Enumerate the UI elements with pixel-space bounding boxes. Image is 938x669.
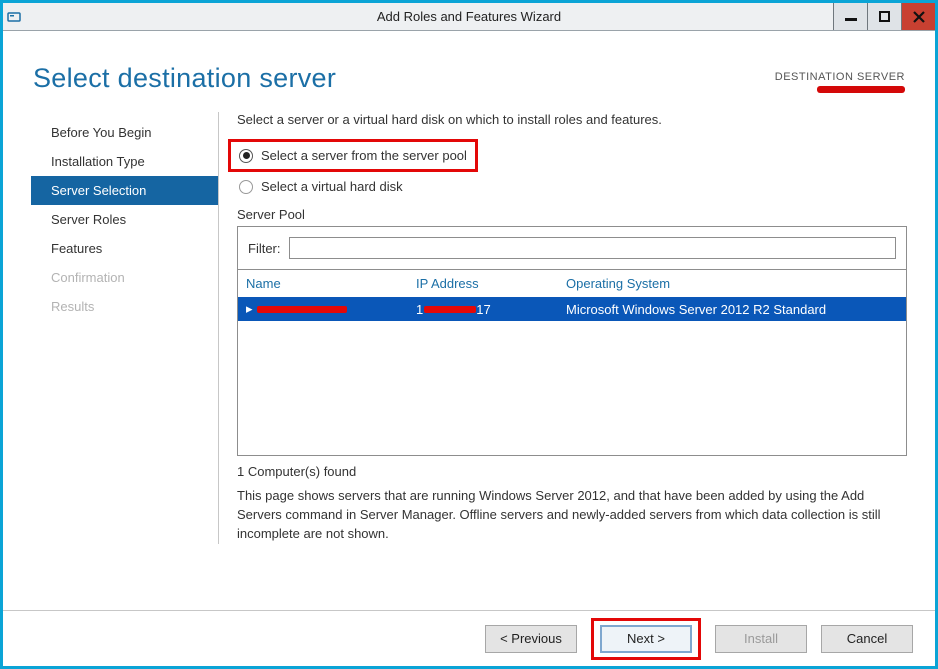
- computers-found: 1 Computer(s) found: [237, 464, 907, 479]
- radio-select-vhd-label: Select a virtual hard disk: [261, 179, 403, 194]
- filter-input[interactable]: [289, 237, 897, 259]
- server-name-redacted: [257, 306, 347, 313]
- server-ip-suffix: 17: [476, 302, 490, 317]
- nav-features[interactable]: Features: [31, 234, 218, 263]
- app-icon: [3, 10, 25, 24]
- titlebar: Add Roles and Features Wizard: [3, 3, 935, 31]
- server-name-cell: ▸: [246, 301, 416, 317]
- radio-select-server-pool-label: Select a server from the server pool: [261, 148, 467, 163]
- filter-box: Filter:: [237, 226, 907, 270]
- server-ip-cell: 1 17: [416, 302, 566, 317]
- destination-server-box: DESTINATION SERVER: [775, 71, 905, 94]
- instruction-text: Select a server or a virtual hard disk o…: [237, 112, 907, 127]
- nav-confirmation: Confirmation: [31, 263, 218, 292]
- server-row[interactable]: ▸ 1 17 Microsoft Windows Server 2012 R2 …: [238, 297, 906, 321]
- highlight-next: Next >: [591, 618, 701, 660]
- wizard-nav: Before You Begin Installation Type Serve…: [31, 112, 219, 544]
- previous-button[interactable]: < Previous: [485, 625, 577, 653]
- destination-server-name-redacted: [775, 84, 905, 94]
- minimize-button[interactable]: [833, 3, 867, 30]
- server-os-cell: Microsoft Windows Server 2012 R2 Standar…: [566, 302, 898, 317]
- maximize-button[interactable]: [867, 3, 901, 30]
- page-description: This page shows servers that are running…: [237, 487, 907, 544]
- radio-select-server-pool[interactable]: Select a server from the server pool: [237, 145, 469, 166]
- nav-results: Results: [31, 292, 218, 321]
- grid-header: Name IP Address Operating System: [238, 270, 906, 297]
- nav-server-selection[interactable]: Server Selection: [31, 176, 218, 205]
- nav-before-you-begin[interactable]: Before You Begin: [31, 118, 218, 147]
- close-button[interactable]: [901, 3, 935, 30]
- next-button[interactable]: Next >: [600, 625, 692, 653]
- nav-server-roles[interactable]: Server Roles: [31, 205, 218, 234]
- wizard-footer: < Previous Next > Install Cancel: [3, 610, 935, 666]
- radio-icon: [239, 149, 253, 163]
- window-title: Add Roles and Features Wizard: [3, 9, 935, 24]
- install-button: Install: [715, 625, 807, 653]
- radio-select-vhd[interactable]: Select a virtual hard disk: [237, 176, 907, 197]
- destination-server-label: DESTINATION SERVER: [775, 71, 905, 83]
- nav-installation-type[interactable]: Installation Type: [31, 147, 218, 176]
- col-os[interactable]: Operating System: [566, 276, 898, 291]
- radio-icon: [239, 180, 253, 194]
- filter-label: Filter:: [248, 241, 281, 256]
- cancel-button[interactable]: Cancel: [821, 625, 913, 653]
- server-pool-label: Server Pool: [237, 207, 907, 222]
- server-grid: Name IP Address Operating System ▸ 1 17 …: [237, 270, 907, 456]
- server-ip-redacted: [424, 306, 476, 313]
- col-name[interactable]: Name: [246, 276, 416, 291]
- col-ip[interactable]: IP Address: [416, 276, 566, 291]
- highlight-radio-server-pool: Select a server from the server pool: [228, 139, 478, 172]
